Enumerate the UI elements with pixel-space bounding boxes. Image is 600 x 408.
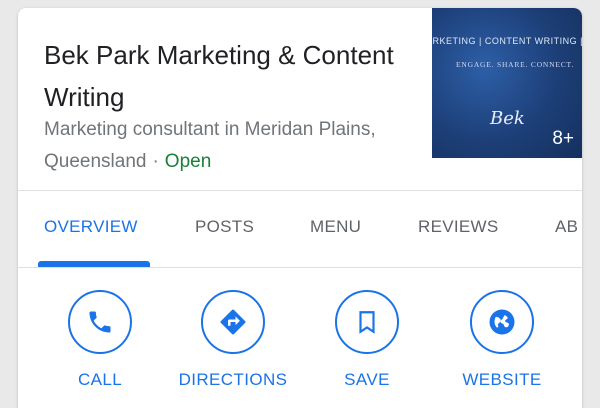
phone-icon bbox=[89, 311, 111, 333]
directions-icon bbox=[220, 309, 246, 335]
save-label: SAVE bbox=[344, 370, 390, 389]
business-meta: Marketing consultant in Meridan Plains, … bbox=[44, 114, 424, 178]
tab-overview[interactable]: OVERVIEW bbox=[44, 217, 138, 237]
directions-icon-circle[interactable] bbox=[201, 290, 265, 354]
website-icon-circle[interactable] bbox=[470, 290, 534, 354]
globe-icon bbox=[489, 309, 515, 335]
photo-banner-text: ARKETING | CONTENT WRITING | S bbox=[432, 36, 582, 46]
save-icon-circle[interactable] bbox=[335, 290, 399, 354]
call-button[interactable]: CALL bbox=[30, 290, 170, 390]
call-label: CALL bbox=[77, 370, 123, 389]
directions-button[interactable]: DIRECTIONS bbox=[163, 290, 303, 390]
website-label: WEBSITE bbox=[462, 370, 542, 389]
business-photo[interactable]: ARKETING | CONTENT WRITING | S ENGAGE. S… bbox=[432, 8, 582, 158]
directions-label: DIRECTIONS bbox=[178, 370, 288, 389]
photo-tagline: ENGAGE. SHARE. CONNECT. bbox=[456, 60, 575, 69]
business-card: Bek Park Marketing & Content Writing Mar… bbox=[18, 8, 582, 408]
save-button[interactable]: SAVE bbox=[297, 290, 437, 390]
separator-dot: · bbox=[152, 151, 159, 172]
open-status: Open bbox=[164, 151, 212, 172]
photo-logo: Bek bbox=[490, 108, 525, 129]
photo-count[interactable]: 8+ bbox=[552, 128, 574, 150]
divider bbox=[18, 267, 582, 268]
tab-reviews[interactable]: REVIEWS bbox=[418, 217, 499, 237]
call-icon-circle[interactable] bbox=[68, 290, 132, 354]
tab-menu[interactable]: MENU bbox=[310, 217, 361, 237]
bookmark-icon bbox=[359, 311, 375, 334]
tab-about[interactable]: AB bbox=[555, 217, 578, 237]
website-button[interactable]: WEBSITE bbox=[432, 290, 572, 390]
business-name: Bek Park Marketing & Content Writing bbox=[44, 40, 394, 112]
business-header: Bek Park Marketing & Content Writing Mar… bbox=[18, 8, 582, 190]
tab-posts[interactable]: POSTS bbox=[195, 217, 254, 237]
tab-bar: OVERVIEW POSTS MENU REVIEWS AB bbox=[18, 191, 582, 267]
